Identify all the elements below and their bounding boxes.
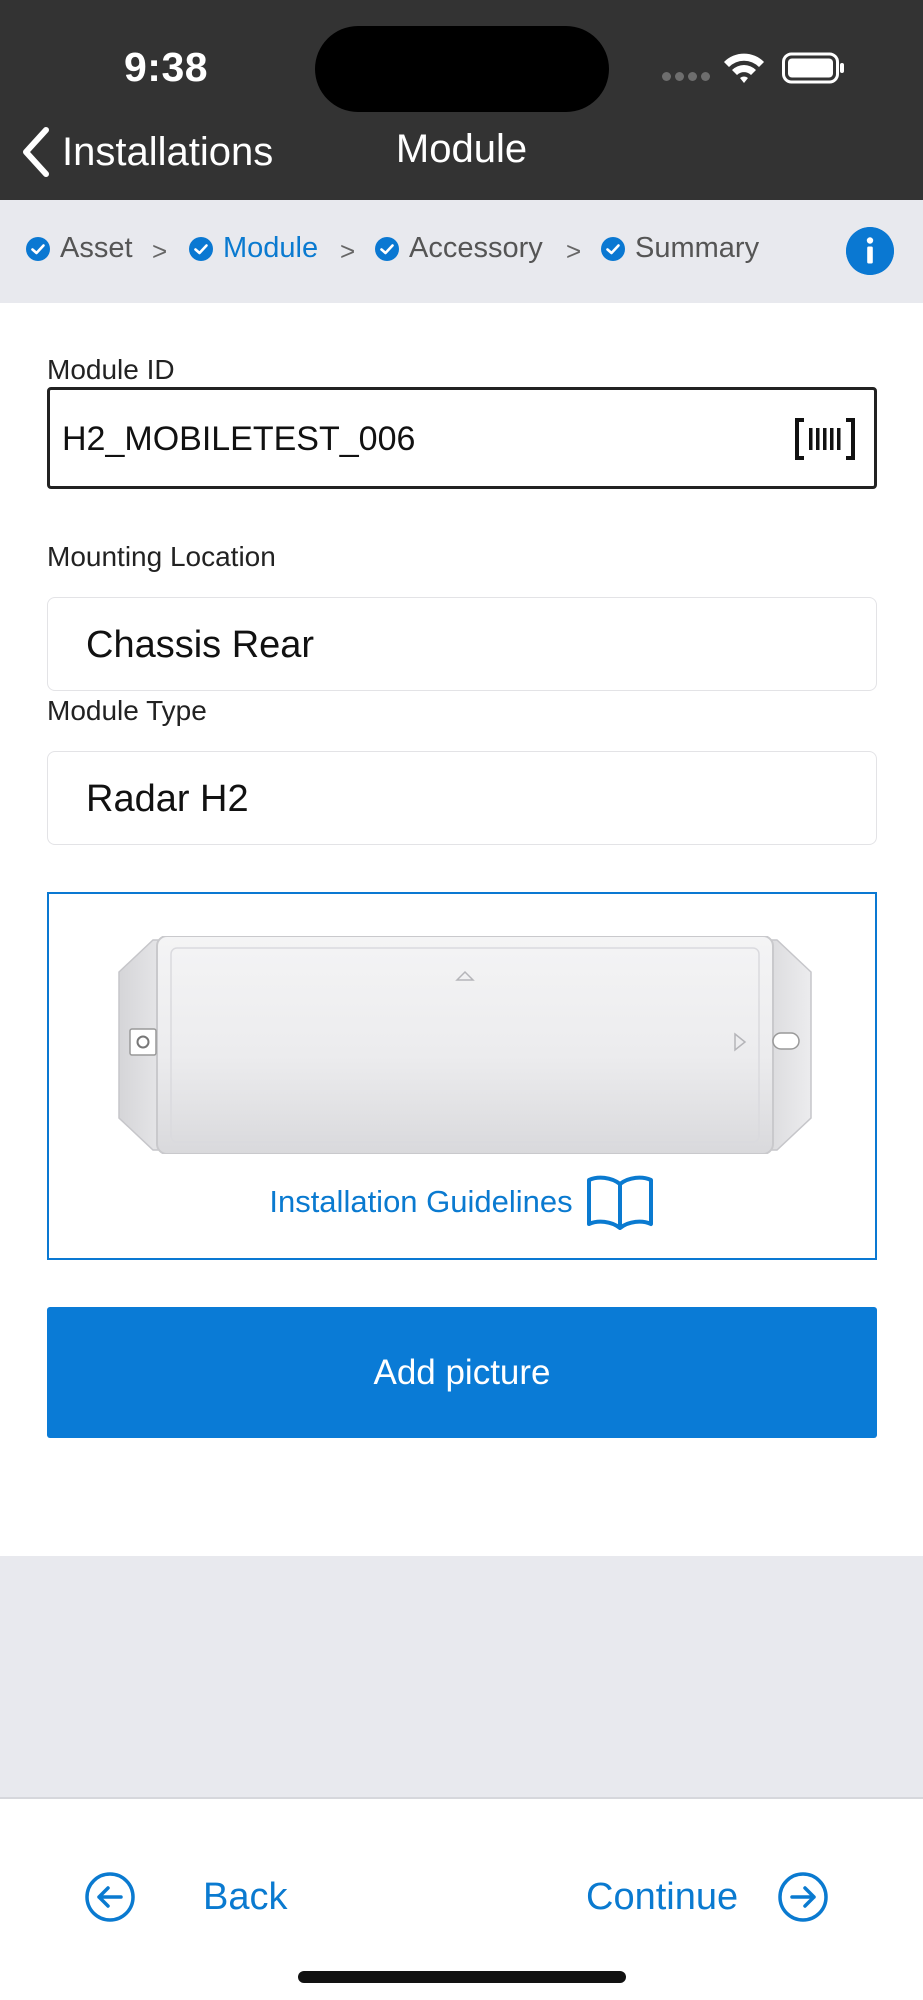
check-circle-icon: [601, 236, 625, 261]
content-spacer: [0, 1556, 923, 1799]
add-picture-label: Add picture: [373, 1352, 551, 1392]
step-asset[interactable]: Asset: [26, 232, 133, 265]
module-id-field[interactable]: H2_MOBILETEST_006: [47, 387, 877, 489]
info-icon[interactable]: [846, 227, 894, 275]
step-label: Summary: [635, 232, 760, 264]
module-id-label: Module ID: [47, 354, 175, 385]
module-type-value: Radar H2: [86, 778, 249, 820]
book-icon: [586, 1175, 653, 1230]
dynamic-island: [315, 26, 609, 112]
module-type-label: Module Type: [47, 695, 207, 726]
check-circle-icon: [26, 236, 50, 261]
continue-button[interactable]: Continue: [586, 1871, 829, 1923]
continue-label: Continue: [586, 1875, 739, 1918]
battery-icon: [782, 52, 844, 84]
step-label: Accessory: [409, 232, 543, 264]
mounting-location-select[interactable]: Chassis Rear: [47, 597, 877, 691]
step-label: Module: [223, 232, 319, 264]
module-image-panel: Installation Guidelines: [47, 892, 877, 1260]
module-id-value: H2_MOBILETEST_006: [62, 420, 416, 458]
step-separator: >: [566, 236, 582, 266]
check-circle-icon: [375, 236, 399, 261]
cellular-signal-icon: [662, 72, 710, 84]
step-module[interactable]: Module: [189, 232, 318, 265]
installation-guidelines-link[interactable]: Installation Guidelines: [49, 1172, 875, 1232]
home-indicator: [298, 1971, 626, 1983]
step-separator: >: [152, 236, 168, 266]
guidelines-label: Installation Guidelines: [269, 1184, 573, 1219]
check-circle-icon: [189, 236, 213, 261]
status-time: 9:38: [124, 44, 209, 90]
radar-module-image: [118, 936, 812, 1154]
mounting-location-value: Chassis Rear: [86, 624, 315, 666]
mounting-location-label: Mounting Location: [47, 541, 276, 572]
progress-stepper: Asset > Module > Accessory > Summary: [0, 200, 923, 303]
arrow-right-circle-icon: [778, 1872, 828, 1922]
page-title: Module: [395, 127, 528, 171]
top-bar: 9:38 Installations Module: [0, 0, 923, 200]
step-accessory[interactable]: Accessory: [375, 232, 543, 265]
step-summary[interactable]: Summary: [601, 232, 759, 265]
module-type-select[interactable]: Radar H2: [47, 751, 877, 845]
add-picture-button[interactable]: Add picture: [47, 1307, 877, 1438]
back-button[interactable]: Back: [84, 1871, 287, 1923]
wifi-icon: [724, 53, 764, 83]
barcode-scan-icon[interactable]: [794, 417, 856, 461]
back-label: Back: [203, 1875, 288, 1918]
step-label: Asset: [60, 232, 133, 264]
step-separator: >: [340, 236, 356, 266]
arrow-left-circle-icon: [85, 1872, 135, 1922]
footer-navigation: Back Continue: [0, 1801, 923, 2000]
